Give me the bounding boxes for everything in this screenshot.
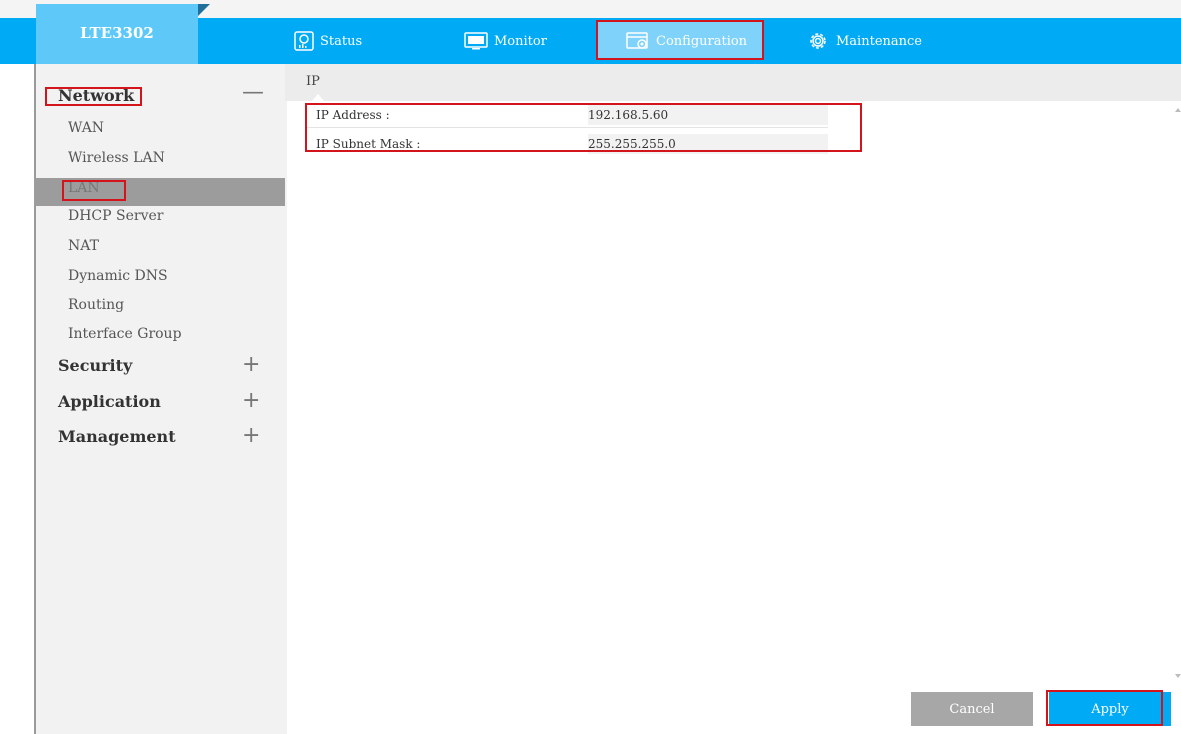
sidebar-item-dhcp-server[interactable]: DHCP Server	[68, 208, 163, 224]
highlight-lan	[62, 180, 126, 201]
scroll-down-icon[interactable]	[1175, 674, 1181, 678]
sidebar-item-nat[interactable]: NAT	[68, 238, 99, 254]
collapse-toggle-network[interactable]: —	[242, 82, 264, 104]
logo-corner-decoration	[198, 4, 210, 16]
scrollbar[interactable]	[1171, 101, 1181, 686]
nav-tab-monitor[interactable]: Monitor	[464, 18, 547, 64]
sidebar-item-wireless-lan[interactable]: Wireless LAN	[68, 150, 165, 166]
expand-toggle-security[interactable]: +	[242, 354, 260, 376]
sidebar-item-wan[interactable]: WAN	[68, 120, 104, 136]
section-header-bar	[285, 64, 1181, 101]
configuration-icon	[626, 32, 648, 49]
nav-tab-monitor-label: Monitor	[494, 33, 547, 49]
app-title: LTE3302	[80, 24, 154, 42]
nav-tab-maintenance[interactable]: Maintenance	[806, 18, 922, 64]
nav-tab-status[interactable]: Status	[294, 18, 362, 64]
cancel-button[interactable]: Cancel	[911, 692, 1033, 726]
monitor-icon	[464, 32, 488, 50]
scroll-up-icon[interactable]	[1175, 108, 1181, 112]
sidebar-group-security[interactable]: Security	[58, 356, 132, 375]
sidebar-item-routing[interactable]: Routing	[68, 297, 124, 313]
status-chart-icon	[294, 31, 314, 51]
section-title: IP	[306, 74, 320, 89]
sidebar-item-dynamic-dns[interactable]: Dynamic DNS	[68, 268, 168, 284]
highlight-network	[45, 87, 142, 106]
nav-tab-configuration-label: Configuration	[656, 33, 748, 49]
gear-icon	[810, 33, 826, 49]
expand-toggle-management[interactable]: +	[242, 425, 260, 447]
nav-tab-maintenance-label: Maintenance	[836, 33, 922, 49]
sidebar-group-management[interactable]: Management	[58, 427, 176, 446]
expand-toggle-application[interactable]: +	[242, 390, 260, 412]
section-notch	[312, 94, 324, 101]
highlight-ip-fields	[305, 103, 862, 152]
sidebar-item-interface-group[interactable]: Interface Group	[68, 326, 182, 342]
nav-tab-status-label: Status	[320, 33, 363, 49]
nav-tab-configuration[interactable]: Configuration	[626, 18, 747, 64]
highlight-apply	[1046, 690, 1163, 726]
sidebar-group-application[interactable]: Application	[58, 392, 161, 411]
